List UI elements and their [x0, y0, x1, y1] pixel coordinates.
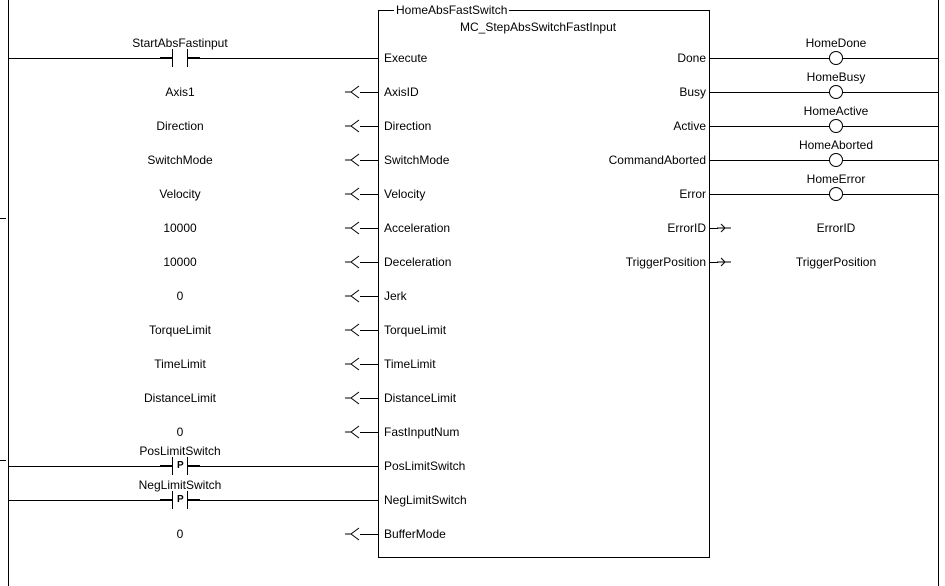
var-pin-icon [344, 322, 360, 338]
output-value: HomeAborted [786, 138, 886, 152]
input-value: 10000 [110, 221, 250, 235]
out-var-pin-icon [716, 254, 732, 270]
input-pin-label: Deceleration [384, 255, 451, 269]
var-pin-icon [344, 288, 360, 304]
output-pin-label: CommandAborted [580, 153, 706, 167]
input-value: Velocity [110, 187, 250, 201]
contact-icon [160, 49, 200, 67]
input-pin-label: Acceleration [384, 221, 450, 235]
input-pin-label: Jerk [384, 289, 407, 303]
input-pin-label: BufferMode [384, 527, 446, 541]
input-value: TorqueLimit [110, 323, 250, 337]
left-rail [8, 0, 9, 586]
input-pin-label: TorqueLimit [384, 323, 446, 337]
input-pin-label: DistanceLimit [384, 391, 456, 405]
var-pin-icon [344, 152, 360, 168]
output-pin-label: Busy [580, 85, 706, 99]
stub-wire [360, 296, 378, 297]
input-value: Axis1 [110, 85, 250, 99]
stub-wire [360, 364, 378, 365]
input-pin-label: AxisID [384, 85, 419, 99]
right-rail [938, 0, 939, 586]
var-pin-icon [344, 254, 360, 270]
stub-wire [360, 92, 378, 93]
output-pin-label: Done [580, 51, 706, 65]
stub-wire [360, 534, 378, 535]
input-pin-label: NegLimitSwitch [384, 493, 467, 507]
input-value: StartAbsFastinput [110, 36, 250, 50]
ladder-canvas: HomeAbsFastSwitch MC_StepAbsSwitchFastInp… [0, 0, 945, 586]
var-pin-icon [344, 118, 360, 134]
input-value: Direction [110, 119, 250, 133]
wire [710, 126, 938, 127]
output-pin-label: ErrorID [580, 221, 706, 235]
coil-icon [829, 85, 843, 99]
output-pin-label: Error [580, 187, 706, 201]
stub-wire [360, 160, 378, 161]
coil-icon [829, 119, 843, 133]
output-value: HomeActive [786, 104, 886, 118]
var-pin-icon [344, 186, 360, 202]
input-value: 0 [110, 289, 250, 303]
output-value: HomeError [786, 172, 886, 186]
out-var-pin-icon [716, 220, 732, 236]
input-pin-label: TimeLimit [384, 357, 436, 371]
p-contact-icon: P [160, 457, 200, 475]
output-value: ErrorID [781, 221, 891, 235]
coil-icon [829, 153, 843, 167]
wire [710, 92, 938, 93]
output-value: HomeDone [786, 36, 886, 50]
block-type-name: MC_StepAbsSwitchFastInput [460, 20, 616, 34]
var-pin-icon [344, 424, 360, 440]
var-pin-icon [344, 84, 360, 100]
input-value: NegLimitSwitch [110, 478, 250, 492]
stub-wire [360, 126, 378, 127]
rail-tick [0, 218, 6, 219]
input-value: 0 [110, 425, 250, 439]
stub-wire [360, 262, 378, 263]
input-value: SwitchMode [110, 153, 250, 167]
input-value: 0 [110, 527, 250, 541]
input-pin-label: PosLimitSwitch [384, 459, 465, 473]
block-instance-name: HomeAbsFastSwitch [394, 3, 509, 17]
wire [710, 194, 938, 195]
coil-icon [829, 51, 843, 65]
stub-wire [360, 228, 378, 229]
output-value: HomeBusy [786, 70, 886, 84]
rail-tick [0, 460, 6, 461]
input-pin-label: SwitchMode [384, 153, 449, 167]
input-pin-label: Execute [384, 51, 427, 65]
coil-icon [829, 187, 843, 201]
output-pin-label: TriggerPosition [580, 255, 706, 269]
input-value: DistanceLimit [110, 391, 250, 405]
output-value: TriggerPosition [781, 255, 891, 269]
stub-wire [360, 398, 378, 399]
stub-wire [360, 194, 378, 195]
wire [710, 58, 938, 59]
input-pin-label: FastInputNum [384, 425, 459, 439]
input-value: 10000 [110, 255, 250, 269]
stub-wire [360, 330, 378, 331]
input-pin-label: Direction [384, 119, 431, 133]
wire [710, 160, 938, 161]
p-contact-icon: P [160, 491, 200, 509]
var-pin-icon [344, 220, 360, 236]
output-pin-label: Active [580, 119, 706, 133]
var-pin-icon [344, 526, 360, 542]
input-value: PosLimitSwitch [110, 444, 250, 458]
input-value: TimeLimit [110, 357, 250, 371]
stub-wire [360, 432, 378, 433]
var-pin-icon [344, 390, 360, 406]
input-pin-label: Velocity [384, 187, 425, 201]
var-pin-icon [344, 356, 360, 372]
